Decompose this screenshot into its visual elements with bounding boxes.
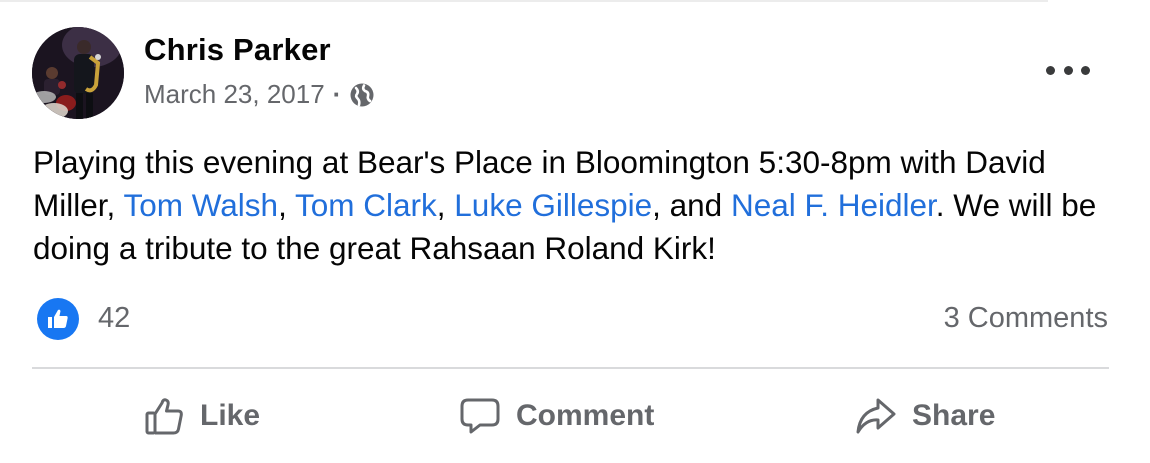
comment-bubble-icon — [458, 394, 502, 438]
tagged-person-link[interactable]: Tom Walsh — [123, 187, 278, 223]
comment-button[interactable]: Comment — [458, 389, 654, 443]
share-button[interactable]: Share — [854, 389, 995, 443]
avatar[interactable] — [32, 27, 124, 119]
post-text-segment: , and — [652, 187, 731, 223]
post-text-segment: , — [436, 187, 455, 223]
post-meta: March 23, 2017 · — [144, 79, 375, 110]
more-options-icon[interactable] — [1046, 58, 1090, 82]
actions-divider — [32, 367, 1109, 369]
comment-label: Comment — [516, 399, 655, 432]
post-card: Chris Parker March 23, 2017 · Playing th… — [0, 0, 1150, 463]
post-text: Playing this evening at Bear's Place in … — [33, 141, 1118, 270]
share-label: Share — [912, 399, 996, 432]
comments-count[interactable]: 3 Comments — [944, 302, 1108, 335]
like-count[interactable]: 42 — [98, 302, 130, 335]
meta-separator: · — [332, 79, 342, 109]
like-button[interactable]: Like — [144, 389, 260, 443]
like-reaction-icon[interactable] — [37, 298, 79, 340]
thumbs-up-icon — [144, 395, 186, 437]
like-label: Like — [200, 399, 261, 432]
share-arrow-icon — [854, 394, 898, 438]
post-date[interactable]: March 23, 2017 — [144, 79, 325, 110]
globe-icon — [349, 82, 375, 108]
avatar-photo — [32, 27, 124, 119]
post-text-segment: , — [278, 187, 295, 223]
tagged-person-link[interactable]: Luke Gillespie — [454, 187, 652, 223]
tagged-person-link[interactable]: Neal F. Heidler — [731, 187, 936, 223]
post-author-name[interactable]: Chris Parker — [144, 32, 331, 68]
tagged-person-link[interactable]: Tom Clark — [295, 187, 437, 223]
